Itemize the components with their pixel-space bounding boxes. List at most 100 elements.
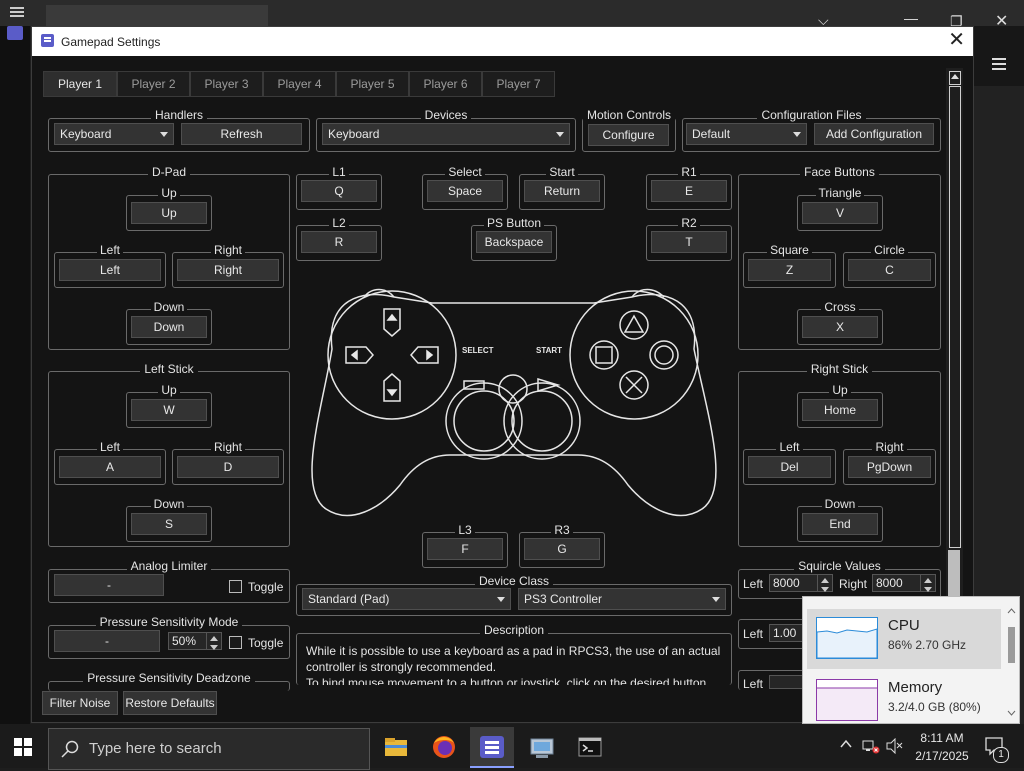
- triangle-button[interactable]: V: [802, 202, 878, 224]
- taskbar-search-box[interactable]: Type here to search: [48, 728, 370, 770]
- circle-button[interactable]: C: [848, 259, 931, 281]
- cross-button[interactable]: X: [802, 316, 878, 338]
- start-label: Start: [546, 165, 578, 179]
- face-buttons-title: Face Buttons: [800, 165, 879, 179]
- l2-label: L2: [329, 216, 349, 230]
- tray-chevron-up-icon[interactable]: [840, 738, 852, 752]
- firefox-icon[interactable]: [428, 731, 460, 763]
- controller-image: [311, 288, 717, 517]
- r3-button[interactable]: G: [524, 538, 600, 560]
- analog-limiter-toggle-checkbox[interactable]: [229, 580, 242, 593]
- restore-defaults-button[interactable]: Restore Defaults: [123, 691, 217, 715]
- configure-motion-button[interactable]: Configure: [588, 124, 669, 146]
- spin-arrows-icon[interactable]: [817, 575, 832, 592]
- pressure-deadzone-title: Pressure Sensitivity Deadzone: [83, 671, 255, 685]
- background-minimize-icon[interactable]: —: [904, 11, 918, 25]
- pressure-percent-spinbox[interactable]: 50%: [168, 632, 222, 650]
- configuration-select[interactable]: Default: [686, 123, 807, 145]
- deadzone-left-label: Left: [743, 677, 764, 691]
- windows-start-icon[interactable]: [14, 738, 32, 759]
- left-stick-right-button[interactable]: D: [177, 456, 279, 478]
- clock-time[interactable]: 8:11 AM: [914, 731, 970, 745]
- add-configuration-button[interactable]: Add Configuration: [814, 123, 934, 145]
- right-stick-up-button[interactable]: Home: [802, 399, 878, 421]
- r1-button[interactable]: E: [651, 180, 727, 202]
- handler-select[interactable]: Keyboard: [54, 123, 174, 145]
- ps-mapping-button[interactable]: Backspace: [476, 231, 552, 253]
- refresh-button[interactable]: Refresh: [181, 123, 302, 145]
- left-stick-left-button[interactable]: A: [59, 456, 161, 478]
- dpad-right-button[interactable]: Right: [177, 259, 279, 281]
- scroll-up-arrow-icon[interactable]: [949, 71, 961, 85]
- square-button[interactable]: Z: [748, 259, 831, 281]
- select-mapping-button[interactable]: Space: [427, 180, 503, 202]
- pressure-mode-button[interactable]: -: [54, 630, 160, 652]
- analog-limiter-button[interactable]: -: [54, 574, 164, 596]
- description-line: To bind mouse movement to a button or jo…: [306, 676, 707, 685]
- l1-button[interactable]: Q: [301, 180, 377, 202]
- background-hamburger-icon[interactable]: [992, 58, 1006, 73]
- device-type-select[interactable]: PS3 Controller: [518, 588, 726, 610]
- network-icon[interactable]: [862, 738, 880, 757]
- squircle-right-value: 8000: [876, 576, 903, 590]
- device-class-select[interactable]: Standard (Pad): [302, 588, 511, 610]
- tab-player-2[interactable]: Player 2: [117, 71, 190, 97]
- tab-player-5[interactable]: Player 5: [336, 71, 409, 97]
- background-tab: [46, 5, 268, 26]
- background-chevron-icon[interactable]: ⌵: [818, 13, 829, 27]
- pressure-mode-toggle-checkbox[interactable]: [229, 636, 242, 649]
- squircle-left-spinbox[interactable]: 8000: [769, 574, 833, 592]
- tab-player-3[interactable]: Player 3: [190, 71, 263, 97]
- handlers-title: Handlers: [150, 108, 208, 122]
- start-mapping-button[interactable]: Return: [524, 180, 600, 202]
- right-stick-down-button[interactable]: End: [802, 513, 878, 535]
- deadzone-left-spinbox[interactable]: [769, 675, 803, 689]
- dpad-down-button[interactable]: Down: [131, 316, 207, 338]
- l3-button[interactable]: F: [427, 538, 503, 560]
- scrollbar-thumb[interactable]: [949, 86, 961, 548]
- device-select[interactable]: Keyboard: [322, 123, 570, 145]
- spin-arrows-icon[interactable]: [920, 575, 935, 592]
- clock-date[interactable]: 2/17/2025: [910, 749, 974, 763]
- tab-player-6[interactable]: Player 6: [409, 71, 482, 97]
- terminal-icon[interactable]: [574, 731, 606, 763]
- task-manager-scrollbar[interactable]: [1006, 607, 1017, 717]
- tab-player-1[interactable]: Player 1: [43, 71, 117, 97]
- tab-player-4[interactable]: Player 4: [263, 71, 336, 97]
- window-close-icon[interactable]: ✕: [948, 30, 965, 50]
- right-stick-right-button[interactable]: PgDown: [848, 456, 931, 478]
- file-explorer-icon[interactable]: [380, 731, 412, 763]
- control-panel-icon[interactable]: [526, 731, 558, 763]
- description-line: controller is strongly recommended.: [306, 660, 497, 674]
- cpu-row[interactable]: CPU 86% 2.70 GHz: [807, 609, 1001, 669]
- description-line: While it is possible to use a keyboard a…: [306, 644, 721, 658]
- background-menu-icon: [10, 6, 24, 18]
- volume-muted-icon[interactable]: [886, 737, 904, 757]
- r2-button[interactable]: T: [651, 231, 727, 253]
- device-type-value: PS3 Controller: [524, 592, 603, 606]
- window-scrollbar[interactable]: [946, 68, 963, 684]
- controller-select-label: SELECT: [462, 346, 494, 355]
- l2-button[interactable]: R: [301, 231, 377, 253]
- filter-noise-button[interactable]: Filter Noise: [42, 691, 118, 715]
- devices-title: Devices: [420, 108, 472, 122]
- left-stick-up-button[interactable]: W: [131, 399, 207, 421]
- left-stick-down-button[interactable]: S: [131, 513, 207, 535]
- r1-label: R1: [678, 165, 700, 179]
- dpad-left-button[interactable]: Left: [59, 259, 161, 281]
- squircle-right-spinbox[interactable]: 8000: [872, 574, 936, 592]
- analog-limiter-title: Analog Limiter: [126, 559, 212, 573]
- search-placeholder: Type here to search: [89, 740, 222, 757]
- spin-arrows-icon[interactable]: [206, 633, 221, 650]
- right-stick-left-button[interactable]: Del: [748, 456, 831, 478]
- multiplier-left-value: 1.00: [773, 626, 797, 640]
- dpad-up-button[interactable]: Up: [131, 202, 207, 224]
- rpcs3-taskbar-icon[interactable]: [470, 727, 514, 768]
- memory-value: 3.2/4.0 GB (80%): [888, 700, 981, 714]
- chevron-down-icon: [497, 597, 505, 602]
- memory-row[interactable]: Memory 3.2/4.0 GB (80%): [807, 671, 1001, 731]
- multiplier-left-spinbox[interactable]: 1.00: [769, 624, 803, 642]
- l3-label: L3: [455, 523, 475, 537]
- tab-player-7[interactable]: Player 7: [482, 71, 555, 97]
- squircle-left-label: Left: [743, 577, 764, 591]
